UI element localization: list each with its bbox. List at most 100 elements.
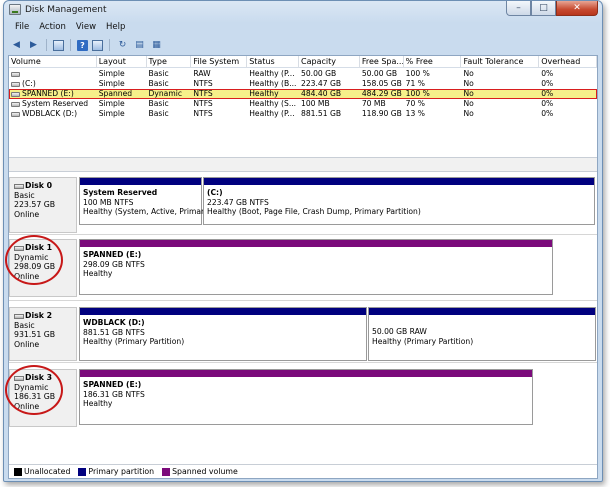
free-space-cell: 118.90 GB bbox=[361, 109, 402, 118]
type-cell: Dynamic bbox=[148, 89, 183, 98]
capacity-cell: 223.47 GB bbox=[301, 79, 342, 88]
status-cell: Healthy (P... bbox=[249, 69, 295, 78]
disk-0-label[interactable]: Disk 0 Basic 223.57 GB Online bbox=[9, 177, 77, 233]
column-header-free-space[interactable]: Free Spa... bbox=[360, 56, 404, 68]
column-header-type[interactable]: Type bbox=[147, 56, 192, 68]
legend-label: Primary partition bbox=[88, 467, 155, 476]
toolbar-separator bbox=[70, 39, 71, 51]
back-arrow-icon[interactable]: ◀ bbox=[10, 39, 23, 51]
table-row[interactable]: WDBLACK (D:) Simple Basic NTFS Healthy (… bbox=[9, 109, 597, 119]
legend-bar: Unallocated Primary partition Spanned vo… bbox=[9, 464, 597, 478]
type-cell: Basic bbox=[148, 99, 169, 108]
file-system-cell: NTFS bbox=[193, 79, 213, 88]
partition-bar bbox=[204, 178, 594, 185]
menu-file[interactable]: File bbox=[10, 21, 34, 35]
cell-text: System Reserved bbox=[22, 99, 89, 108]
disk-management-icon bbox=[9, 4, 21, 15]
disk-row-3: Disk 3 Dynamic 186.31 GB Online SPANNED … bbox=[5, 365, 597, 431]
table-row[interactable]: (C:) Simple Basic NTFS Healthy (B... 223… bbox=[9, 79, 597, 89]
disk-type: Basic bbox=[14, 320, 35, 330]
partition-status: Healthy (Boot, Page File, Crash Dump, Pr… bbox=[207, 207, 421, 216]
partition-status: Healthy (Primary Partition) bbox=[83, 337, 185, 346]
menu-view[interactable]: View bbox=[71, 21, 101, 35]
table-row[interactable]: Simple Basic RAW Healthy (P... 50.00 GB … bbox=[9, 69, 597, 79]
overhead-cell: 0% bbox=[541, 99, 554, 108]
table-row-selected[interactable]: SPANNED (E:) Spanned Dynamic NTFS Health… bbox=[9, 89, 597, 99]
forward-arrow-icon[interactable]: ▶ bbox=[27, 39, 40, 51]
disk-name: Disk 2 bbox=[25, 311, 53, 320]
column-header-percent-free[interactable]: % Free bbox=[404, 56, 462, 68]
partition-name: SPANNED (E:) bbox=[83, 380, 142, 389]
help-icon[interactable]: ? bbox=[77, 39, 88, 51]
menu-action[interactable]: Action bbox=[34, 21, 71, 35]
legend-label: Spanned volume bbox=[172, 467, 238, 476]
partition-system-reserved[interactable]: System Reserved 100 MB NTFS Healthy (Sys… bbox=[79, 177, 209, 225]
percent-free-cell: 100 % bbox=[405, 69, 430, 78]
partition-c-drive[interactable]: (C:) 223.47 GB NTFS Healthy (Boot, Page … bbox=[203, 177, 595, 225]
disk-name: Disk 0 bbox=[25, 181, 53, 190]
rescan-icon[interactable]: ▦ bbox=[150, 39, 163, 51]
layout-cell: Simple bbox=[98, 79, 125, 88]
refresh-icon[interactable]: ↻ bbox=[116, 39, 129, 51]
volume-list: Volume Layout Type File System Status Ca… bbox=[9, 56, 597, 157]
partition-spanned-e-disk3[interactable]: SPANNED (E:) 186.31 GB NTFS Healthy bbox=[79, 369, 533, 425]
partition-text: SPANNED (E:) 298.09 GB NTFS Healthy bbox=[83, 250, 145, 279]
console-tree-icon[interactable] bbox=[53, 39, 64, 51]
column-header-capacity[interactable]: Capacity bbox=[299, 56, 360, 68]
close-button[interactable]: ✕ bbox=[556, 1, 598, 16]
column-header-status[interactable]: Status bbox=[247, 56, 300, 68]
highlight-circle bbox=[5, 235, 63, 285]
minimize-button[interactable]: – bbox=[506, 1, 531, 16]
legend-primary: Primary partition bbox=[78, 467, 154, 476]
partition-text: 50.00 GB RAW Healthy (Primary Partition) bbox=[372, 327, 473, 346]
disk-2-label[interactable]: Disk 2 Basic 931.51 GB Online bbox=[9, 307, 77, 361]
disk-row-2: Disk 2 Basic 931.51 GB Online WDBLACK (D… bbox=[9, 307, 597, 363]
file-system-cell: NTFS bbox=[193, 99, 213, 108]
overhead-cell: 0% bbox=[541, 109, 554, 118]
toolbar-separator bbox=[109, 39, 110, 51]
title-bar[interactable]: Disk Management – □ ✕ bbox=[4, 1, 602, 19]
disk-graphical-view: Disk 0 Basic 223.57 GB Online System Res… bbox=[5, 173, 597, 439]
fault-tolerance-cell: No bbox=[463, 89, 474, 98]
type-cell: Basic bbox=[148, 69, 169, 78]
disk-state: Online bbox=[14, 339, 40, 349]
pane-splitter[interactable] bbox=[9, 157, 597, 172]
partition-detail: 50.00 GB RAW bbox=[372, 327, 427, 336]
partition-spanned-e-disk1[interactable]: SPANNED (E:) 298.09 GB NTFS Healthy bbox=[79, 239, 553, 295]
capacity-cell: 881.51 GB bbox=[301, 109, 342, 118]
partition-status: Healthy (System, Active, Primary bbox=[83, 207, 209, 216]
volume-cell: (C:) bbox=[9, 79, 97, 89]
column-header-volume[interactable]: Volume bbox=[9, 56, 97, 68]
maximize-button[interactable]: □ bbox=[531, 1, 556, 16]
menu-help[interactable]: Help bbox=[101, 21, 130, 35]
column-header-fault-tolerance[interactable]: Fault Tolerance bbox=[461, 56, 540, 68]
window-controls: – □ ✕ bbox=[506, 1, 598, 16]
volume-cell: System Reserved bbox=[9, 99, 97, 109]
capacity-cell: 50.00 GB bbox=[301, 69, 337, 78]
window-title: Disk Management bbox=[25, 5, 107, 15]
partition-bar bbox=[80, 370, 532, 377]
volume-icon bbox=[11, 111, 20, 117]
fault-tolerance-cell: No bbox=[463, 99, 474, 108]
partition-wdblack-d[interactable]: WDBLACK (D:) 881.51 GB NTFS Healthy (Pri… bbox=[79, 307, 367, 361]
volume-cell: SPANNED (E:) bbox=[9, 89, 97, 99]
volume-icon bbox=[11, 71, 20, 77]
column-header-overhead[interactable]: Overhead bbox=[539, 56, 597, 68]
column-header-layout[interactable]: Layout bbox=[97, 56, 147, 68]
layout-cell: Simple bbox=[98, 109, 125, 118]
overhead-cell: 0% bbox=[541, 69, 554, 78]
partition-raw[interactable]: 50.00 GB RAW Healthy (Primary Partition) bbox=[368, 307, 596, 361]
toolbar: ◀ ▶ ? ↻ ▤ ▦ bbox=[4, 36, 602, 54]
list-view-icon[interactable] bbox=[92, 39, 103, 51]
disk-row-1: Disk 1 Dynamic 298.09 GB Online SPANNED … bbox=[5, 235, 597, 301]
capacity-cell: 484.40 GB bbox=[301, 89, 342, 98]
partition-bar bbox=[80, 240, 552, 247]
type-cell: Basic bbox=[148, 109, 169, 118]
properties-icon[interactable]: ▤ bbox=[133, 39, 146, 51]
partition-name: WDBLACK (D:) bbox=[83, 318, 145, 327]
cell-text: WDBLACK (D:) bbox=[22, 109, 78, 118]
column-header-file-system[interactable]: File System bbox=[191, 56, 248, 68]
layout-cell: Spanned bbox=[98, 89, 133, 98]
table-row[interactable]: System Reserved Simple Basic NTFS Health… bbox=[9, 99, 597, 109]
fault-tolerance-cell: No bbox=[463, 69, 474, 78]
